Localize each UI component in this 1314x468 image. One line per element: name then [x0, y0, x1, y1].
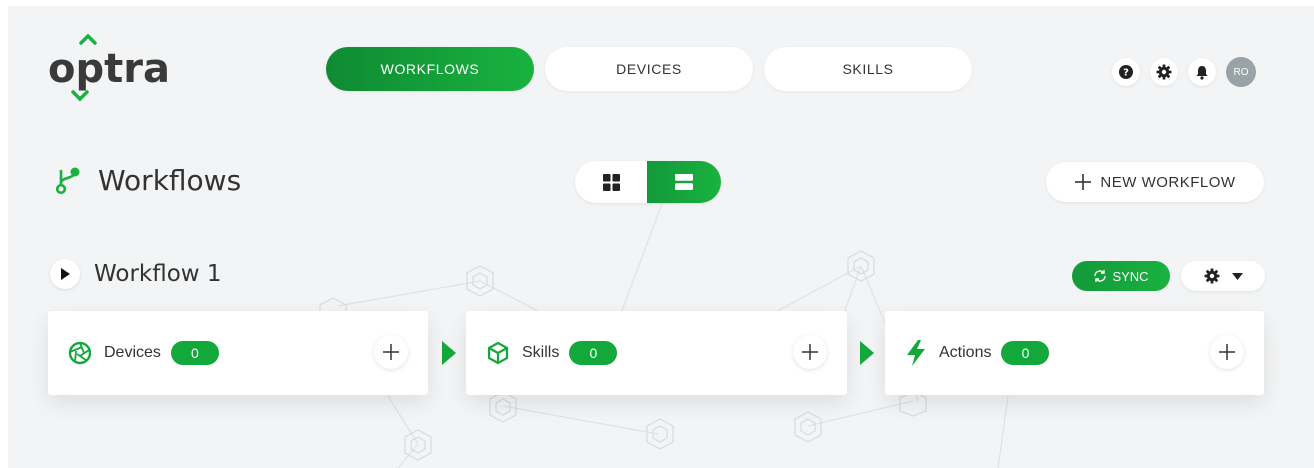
flow-arrow-icon: [442, 341, 456, 365]
plus-icon: [1075, 174, 1092, 190]
tab-workflows[interactable]: WORKFLOWS: [326, 47, 534, 91]
view-toggle: [575, 161, 721, 203]
page-title: Workflows: [98, 164, 242, 197]
plus-icon: [383, 344, 399, 360]
sync-button[interactable]: SYNC: [1072, 261, 1170, 291]
skills-card: Skills 0: [466, 311, 847, 395]
optra-logo[interactable]: optra: [48, 34, 188, 104]
devices-count-badge: 0: [170, 341, 219, 365]
caret-down-icon: [1231, 272, 1243, 280]
lightning-icon: [907, 340, 925, 366]
page-heading: Workflows: [52, 164, 241, 197]
skills-count-badge: 0: [569, 341, 618, 365]
skills-label: Skills: [522, 344, 560, 361]
user-avatar[interactable]: RO: [1226, 57, 1256, 87]
svg-text:?: ?: [1123, 68, 1129, 79]
devices-card: Devices 0: [48, 311, 428, 395]
flow-arrow-icon: [860, 341, 874, 365]
logo-chevrons: [71, 34, 97, 102]
add-device-button[interactable]: [374, 335, 408, 369]
sync-icon: [1094, 270, 1107, 282]
sync-label: SYNC: [1112, 268, 1149, 284]
workflow-header: Workflow 1: [50, 259, 222, 289]
branch-icon: [55, 167, 80, 194]
header-actions: ? RO: [1112, 57, 1256, 87]
workflow-settings-dropdown[interactable]: [1181, 261, 1265, 291]
new-workflow-label: NEW WORKFLOW: [1100, 173, 1236, 191]
tab-devices[interactable]: DEVICES: [545, 47, 753, 91]
settings-gear-icon[interactable]: [1150, 58, 1178, 86]
expand-caret-icon[interactable]: [50, 259, 80, 289]
plus-icon: [802, 344, 818, 360]
actions-label: Actions: [939, 344, 992, 361]
tab-skills[interactable]: SKILLS: [764, 47, 972, 91]
workflow-name: Workflow 1: [94, 261, 222, 287]
plus-icon: [1219, 344, 1235, 360]
aperture-icon: [68, 341, 92, 365]
list-view-icon[interactable]: [647, 161, 721, 203]
grid-view-icon[interactable]: [575, 161, 647, 203]
cube-icon: [487, 341, 509, 365]
notification-bell-icon[interactable]: [1188, 58, 1216, 86]
add-action-button[interactable]: [1210, 335, 1244, 369]
add-skill-button[interactable]: [793, 335, 827, 369]
actions-card: Actions 0: [885, 311, 1264, 395]
gear-icon: [1204, 268, 1219, 284]
new-workflow-button[interactable]: NEW WORKFLOW: [1046, 162, 1264, 202]
devices-label: Devices: [104, 344, 161, 361]
app-frame: optra WORKFLOWS DEVICES SKILLS ? RO Work…: [8, 6, 1314, 468]
help-icon[interactable]: ?: [1112, 58, 1140, 86]
actions-count-badge: 0: [1001, 341, 1050, 365]
